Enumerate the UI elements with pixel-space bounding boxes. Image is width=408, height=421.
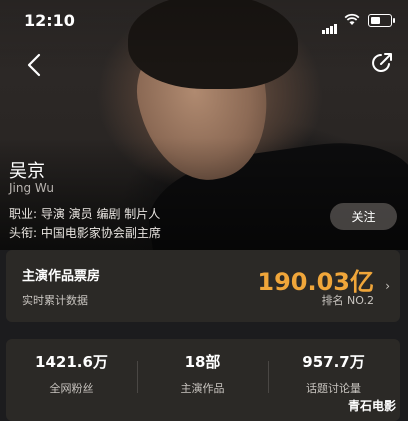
chevron-right-icon: › xyxy=(385,279,390,293)
stat-label: 主演作品 xyxy=(180,382,225,395)
box-office-label: 主演作品票房 xyxy=(22,269,101,284)
status-bar: 12:10 xyxy=(0,0,408,40)
stats-panel: 1421.6万 全网粉丝 18部 主演作品 957.7万 话题讨论量 xyxy=(6,339,400,421)
stat-fans[interactable]: 1421.6万 全网粉丝 xyxy=(6,351,137,396)
person-occupation: 职业: 导演 演员 编剧 制片人 xyxy=(9,207,161,221)
box-office-card[interactable]: 主演作品票房 实时累计数据 190.03亿 排名 NO.2 › xyxy=(6,250,400,322)
status-time: 12:10 xyxy=(24,11,75,30)
person-title: 头衔: 中国电影家协会副主席 xyxy=(9,226,161,240)
stat-value: 957.7万 xyxy=(302,353,365,371)
person-name: 吴京 xyxy=(9,161,45,182)
signal-icon xyxy=(322,15,338,34)
stat-discussion[interactable]: 957.7万 话题讨论量 xyxy=(268,351,399,396)
box-office-rank: 排名 NO.2 xyxy=(321,294,374,307)
battery-icon xyxy=(368,14,395,27)
watermark-text: 青石电影 xyxy=(348,399,397,413)
box-office-subtitle: 实时累计数据 xyxy=(22,294,88,307)
stat-label: 话题讨论量 xyxy=(306,382,361,395)
wifi-icon xyxy=(344,13,360,25)
back-arrow-icon[interactable] xyxy=(22,52,48,78)
follow-button[interactable]: 关注 xyxy=(330,203,397,230)
share-icon[interactable] xyxy=(369,50,395,76)
stat-works[interactable]: 18部 主演作品 xyxy=(137,351,268,396)
stat-label: 全网粉丝 xyxy=(49,382,94,395)
person-pinyin: Jing Wu xyxy=(9,181,54,195)
stat-value: 1421.6万 xyxy=(35,353,108,371)
stat-value: 18部 xyxy=(184,353,221,371)
